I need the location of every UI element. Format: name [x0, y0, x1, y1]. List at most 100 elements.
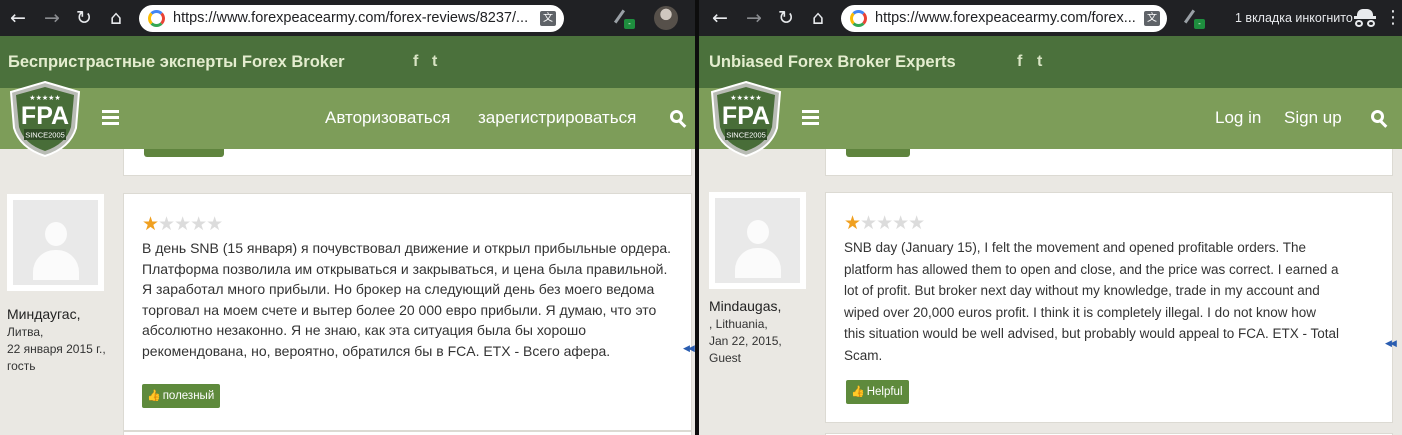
site-topbar: Беспристрастные эксперты Forex Broker f …	[0, 36, 695, 88]
review-line: platform has allowed them to open and cl…	[844, 261, 1339, 277]
signup-link[interactable]: Sign up	[1284, 88, 1342, 148]
reviewer-location: Литва,	[7, 325, 44, 339]
star-rating: ★★★★★	[844, 212, 925, 234]
review-text: В день SNB (15 января) я почувствовал дв…	[142, 238, 671, 361]
reviewer-name[interactable]: Mindaugas,	[709, 296, 782, 316]
browser-window-right: ← → ↻ ⌂ https://www.forexpeacearmy.com/f…	[699, 0, 1402, 435]
logo-stars: ★★★★★	[29, 94, 60, 102]
search-icon[interactable]	[670, 110, 688, 128]
review-line: this situation would be well advised, bu…	[844, 326, 1340, 341]
google-icon	[850, 10, 867, 27]
login-link[interactable]: Авторизоваться	[325, 88, 450, 148]
review-line: рекомендована, но, вероятно, обратился б…	[142, 342, 611, 359]
reviewer-avatar	[7, 194, 104, 291]
browser-toolbar: ← → ↻ ⌂ https://www.forexpeacearmy.com/f…	[699, 0, 1402, 36]
reviewer-info: Mindaugas, , Lithuania, Jan 22, 2015, Gu…	[709, 296, 782, 367]
helpful-button-label: Helpful	[866, 386, 903, 398]
logo-text: FPA	[722, 102, 770, 130]
extension-icon[interactable]: -	[1183, 7, 1205, 29]
browser-toolbar: ← → ↻ ⌂ https://www.forexpeacearmy.com/f…	[0, 0, 695, 36]
google-icon	[148, 10, 165, 27]
helpful-button[interactable]: 👍 Helpful	[846, 380, 909, 404]
extension-icon[interactable]: -	[613, 7, 635, 29]
url-text[interactable]: https://www.forexpeacearmy.com/forex-rev…	[173, 5, 533, 32]
star-rating: ★★★★★	[142, 213, 223, 235]
logo-since: SINCE2005	[25, 131, 65, 140]
signup-link[interactable]: зарегистрироваться	[478, 88, 636, 148]
back-icon[interactable]: ←	[6, 6, 30, 30]
review-date: Jan 22, 2015,	[709, 334, 782, 348]
thumbs-up-icon: 👍	[851, 385, 865, 398]
extension-badge: -	[624, 19, 635, 29]
review-line: В день SNB (15 января) я почувствовал дв…	[142, 240, 672, 256]
translate-icon[interactable]: 文	[1144, 11, 1160, 26]
address-bar[interactable]: https://www.forexpeacearmy.com/forex-rev…	[139, 5, 564, 32]
logo-text: FPA	[21, 102, 69, 130]
site-navbar: Log in Sign up	[699, 88, 1402, 149]
reviewer-role: Guest	[709, 351, 742, 365]
helpful-button-label: полезный	[162, 390, 215, 402]
logo-stars: ★★★★★	[730, 94, 761, 102]
thumbs-up-icon: 👍	[147, 389, 161, 402]
logo-since: SINCE2005	[726, 131, 766, 140]
fpa-logo[interactable]: ★★★★★ FPA SINCE2005	[8, 80, 82, 158]
scroll-arrow-icon[interactable]: ◀◀	[1385, 339, 1397, 349]
page-content: Mindaugas, , Lithuania, Jan 22, 2015, Gu…	[699, 149, 1402, 435]
review-line: lot of profit. But broker next day witho…	[844, 283, 1320, 298]
fpa-logo[interactable]: ★★★★★ FPA SINCE2005	[709, 80, 783, 158]
reload-icon[interactable]: ↻	[72, 6, 96, 30]
facebook-icon[interactable]: f	[413, 36, 418, 88]
forward-icon[interactable]: →	[40, 6, 64, 30]
review-line: Я заработал много прибыли. Но брокер на …	[142, 281, 655, 297]
incognito-icon[interactable]	[1354, 8, 1376, 28]
review-line: торговал на моем счете и вытер более 20 …	[142, 301, 657, 318]
address-bar[interactable]: https://www.forexpeacearmy.com/forex... …	[841, 5, 1167, 32]
review-card: ★★★★★ В день SNB (15 января) я почувство…	[123, 193, 692, 431]
translate-icon[interactable]: 文	[540, 11, 556, 26]
hamburger-menu-icon[interactable]	[802, 110, 819, 125]
previous-review-card	[825, 149, 1393, 176]
review-line: SNB day (January 15), I felt the movemen…	[844, 240, 1307, 255]
site-navbar: Авторизоваться зарегистрироваться	[0, 88, 695, 149]
scroll-arrow-icon[interactable]: ◀◀	[683, 344, 695, 354]
extension-badge: -	[1194, 19, 1205, 29]
twitter-icon[interactable]: t	[1037, 36, 1042, 88]
star-empty-icons: ★★★★	[860, 212, 925, 234]
incognito-label: 1 вкладка инкогнито	[1235, 11, 1353, 25]
reload-icon[interactable]: ↻	[774, 6, 798, 30]
hamburger-menu-icon[interactable]	[102, 110, 119, 125]
browser-window-left: ← → ↻ ⌂ https://www.forexpeacearmy.com/f…	[0, 0, 695, 435]
previous-review-card	[123, 149, 692, 176]
review-date: 22 января 2015 г.,	[7, 342, 106, 356]
star-empty-icons: ★★★★	[158, 213, 223, 235]
search-icon[interactable]	[1371, 110, 1389, 128]
reviewer-info: Миндаугас, Литва, 22 января 2015 г., гос…	[7, 304, 106, 375]
profile-avatar[interactable]	[654, 6, 678, 30]
reviewer-location: , Lithuania,	[709, 317, 768, 331]
back-icon[interactable]: ←	[708, 6, 732, 30]
home-icon[interactable]: ⌂	[806, 6, 830, 30]
reviewer-role: гость	[7, 359, 36, 373]
page-content: Миндаугас, Литва, 22 января 2015 г., гос…	[0, 149, 695, 435]
forward-icon[interactable]: →	[742, 6, 766, 30]
previous-helpful-button[interactable]	[846, 149, 910, 157]
browser-menu-icon[interactable]: ⋮	[1384, 6, 1402, 30]
review-card: ★★★★★ SNB day (January 15), I felt the m…	[825, 192, 1393, 423]
site-topbar: Unbiased Forex Broker Experts f t	[699, 36, 1402, 88]
reviewer-name[interactable]: Миндаугас,	[7, 304, 106, 324]
review-line: wiped over 20,000 euros profit. I think …	[844, 304, 1316, 320]
star-filled-icon: ★	[142, 213, 159, 235]
url-text[interactable]: https://www.forexpeacearmy.com/forex...	[875, 5, 1137, 32]
login-link[interactable]: Log in	[1215, 88, 1261, 148]
twitter-icon[interactable]: t	[432, 36, 437, 88]
review-line: абсолютно незаконно. Я не знаю, как эта …	[142, 322, 587, 338]
previous-helpful-button[interactable]	[144, 149, 224, 157]
review-line: Scam.	[844, 347, 883, 363]
star-filled-icon: ★	[844, 212, 861, 234]
review-text: SNB day (January 15), I felt the movemen…	[844, 237, 1339, 366]
helpful-button[interactable]: 👍 полезный	[142, 384, 221, 408]
review-line: Платформа позволила им открываться и зак…	[142, 260, 668, 277]
home-icon[interactable]: ⌂	[104, 6, 128, 30]
next-review-card	[123, 431, 692, 435]
facebook-icon[interactable]: f	[1017, 36, 1022, 88]
